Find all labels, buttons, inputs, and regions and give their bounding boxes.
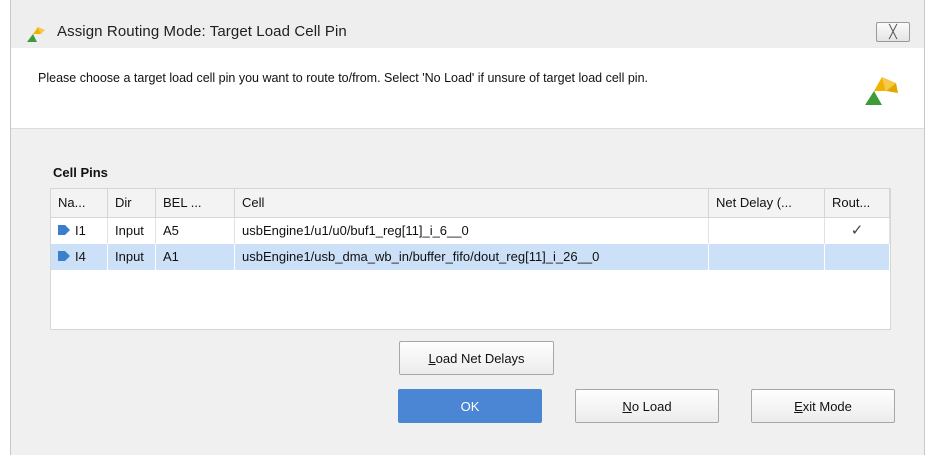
column-header-dir[interactable]: Dir	[108, 189, 156, 217]
no-load-mnemonic: N	[622, 398, 632, 414]
exit-mode-label: xit Mode	[802, 398, 852, 414]
pin-cell: usbEngine1/usb_dma_wb_in/buffer_fifo/dou…	[235, 244, 709, 270]
table-row[interactable]: I1 Input A5 usbEngine1/u1/u0/buf1_reg[11…	[51, 218, 890, 244]
column-header-bel[interactable]: BEL ...	[156, 189, 235, 217]
ok-label: OK	[460, 398, 480, 414]
table-header: Na... Dir BEL ... Cell Net Delay (... Ro…	[51, 189, 890, 218]
pin-name-cell: I1	[51, 218, 108, 244]
instruction-panel: Please choose a target load cell pin you…	[11, 48, 924, 129]
checkmark-icon: ✓	[825, 218, 890, 244]
table-row[interactable]: I4 Input A1 usbEngine1/usb_dma_wb_in/buf…	[51, 244, 890, 270]
input-pin-icon	[58, 218, 70, 244]
pin-net-delay	[709, 244, 825, 270]
pin-dir: Input	[108, 244, 156, 270]
exit-mode-button[interactable]: Exit Mode	[751, 389, 895, 423]
xilinx-logo-icon	[862, 69, 900, 110]
pin-cell: usbEngine1/u1/u0/buf1_reg[11]_i_6__0	[235, 218, 709, 244]
load-net-delays-button[interactable]: Load Net Delays	[399, 341, 554, 375]
close-button[interactable]: ╳	[876, 22, 910, 42]
load-net-delays-mnemonic: L	[428, 350, 436, 366]
pin-name: I4	[75, 249, 86, 264]
column-header-routed[interactable]: Rout...	[825, 189, 890, 217]
pin-bel: A1	[156, 244, 235, 270]
cell-pins-table: Na... Dir BEL ... Cell Net Delay (... Ro…	[50, 188, 891, 330]
load-net-delays-label: oad Net Delays	[435, 350, 525, 366]
cell-pins-label: Cell Pins	[53, 165, 108, 180]
column-header-net-delay[interactable]: Net Delay (...	[709, 189, 825, 217]
close-icon: ╳	[889, 24, 897, 39]
title-bar: Assign Routing Mode: Target Load Cell Pi…	[11, 0, 924, 48]
pin-dir: Input	[108, 218, 156, 244]
pin-bel: A5	[156, 218, 235, 244]
column-header-cell[interactable]: Cell	[235, 189, 709, 217]
no-load-label: o Load	[631, 398, 672, 414]
ok-button[interactable]: OK	[398, 389, 542, 423]
pin-net-delay	[709, 218, 825, 244]
input-pin-icon	[58, 244, 70, 270]
pin-name: I1	[75, 223, 86, 238]
column-header-name[interactable]: Na...	[51, 189, 108, 217]
instruction-text: Please choose a target load cell pin you…	[38, 71, 648, 85]
xilinx-logo-icon	[27, 26, 49, 45]
pin-routed	[825, 244, 890, 270]
exit-mode-mnemonic: E	[794, 398, 803, 414]
dialog-title: Assign Routing Mode: Target Load Cell Pi…	[57, 23, 347, 40]
pin-name-cell: I4	[51, 244, 108, 270]
no-load-button[interactable]: No Load	[575, 389, 719, 423]
assign-routing-mode-dialog: Assign Routing Mode: Target Load Cell Pi…	[10, 0, 925, 455]
